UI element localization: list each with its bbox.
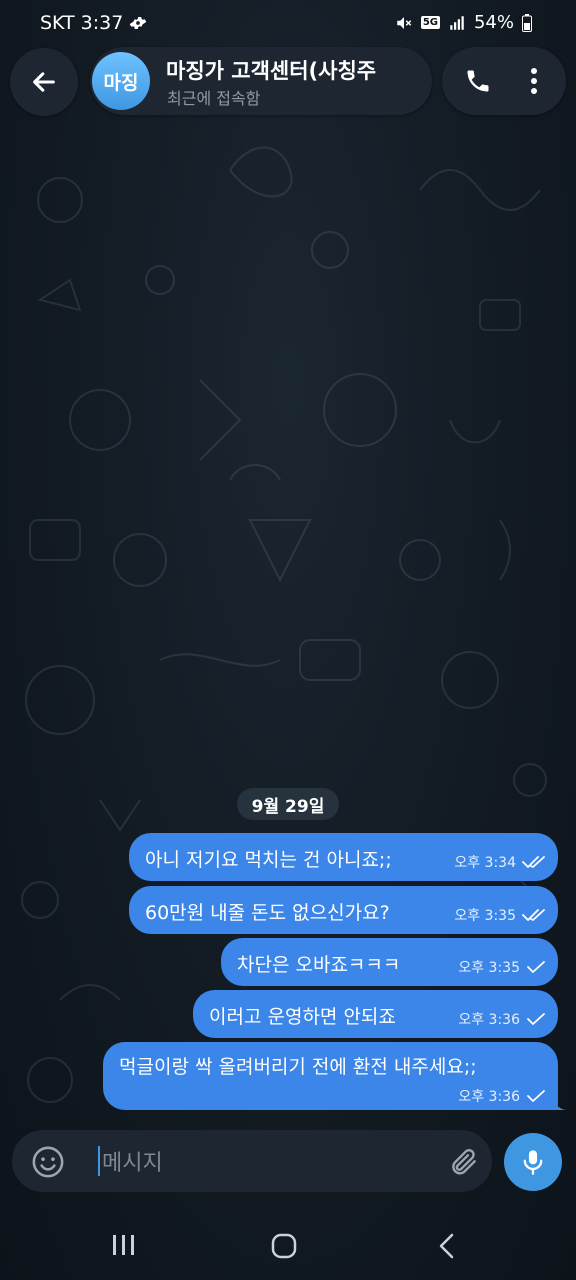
message-bubble[interactable]: 먹글이랑 싹 올려버리기 전에 환전 내주세요;; 오후 3:36 xyxy=(103,1042,558,1110)
message-composer: 메시지 xyxy=(12,1130,492,1192)
message-text: 먹글이랑 싹 올려버리기 전에 환전 내주세요;; xyxy=(119,1056,477,1078)
chat-header[interactable]: 마징 마징가 고객센터(사칭주 최근에 접속함 xyxy=(90,47,432,115)
network-badge: 5G xyxy=(420,16,440,29)
emoji-button[interactable] xyxy=(28,1142,68,1182)
check-icon xyxy=(527,1090,545,1102)
back-button[interactable] xyxy=(10,48,78,116)
header-actions xyxy=(442,47,566,115)
message-meta: 오후 3:36 xyxy=(458,1086,546,1106)
message-time: 오후 3:35 xyxy=(458,960,520,976)
gear-icon xyxy=(130,17,147,29)
status-right: 5G 54% xyxy=(395,12,532,33)
bubble-tail xyxy=(552,1094,566,1110)
microphone-icon xyxy=(523,1150,543,1175)
message-meta: 오후 3:35 xyxy=(458,957,546,977)
battery-level: 54% xyxy=(473,12,514,33)
nav-back-icon[interactable] xyxy=(436,1232,458,1260)
double-check-icon xyxy=(522,909,545,921)
message-time: 오후 3:36 xyxy=(458,1089,520,1105)
last-seen-status: 최근에 접속함 xyxy=(167,89,261,108)
signal-icon xyxy=(450,15,464,30)
message-bubble[interactable]: 아니 저기요 먹치는 건 아니죠;; 오후 3:34 xyxy=(129,833,558,881)
carrier-label: SKT xyxy=(40,12,75,34)
message-text: 60만원 내줄 돈도 없으신가요? xyxy=(145,902,390,924)
message-input[interactable]: 메시지 xyxy=(98,1144,163,1178)
phone-icon xyxy=(467,70,489,92)
check-icon xyxy=(527,961,545,973)
avatar[interactable]: 마징 xyxy=(92,52,150,110)
message-meta: 오후 3:35 xyxy=(454,905,546,925)
system-navigation-bar xyxy=(0,1212,576,1280)
message-bubble[interactable]: 60만원 내줄 돈도 없으신가요? 오후 3:35 xyxy=(129,886,558,934)
message-bubble[interactable]: 차단은 오바죠ㅋㅋㅋ 오후 3:35 xyxy=(221,938,558,986)
attach-button[interactable] xyxy=(444,1142,484,1182)
status-bar: SKT 3:37 5G 54% xyxy=(0,0,576,48)
back-arrow-icon xyxy=(33,72,55,92)
message-text: 이러고 운영하면 안되죠 xyxy=(209,1006,396,1028)
check-icon xyxy=(527,1013,545,1025)
message-meta: 오후 3:36 xyxy=(458,1009,546,1029)
message-meta: 오후 3:34 xyxy=(454,852,546,872)
status-left: SKT 3:37 xyxy=(40,12,147,34)
more-vertical-icon xyxy=(531,68,537,94)
mute-icon xyxy=(397,16,412,29)
call-button[interactable] xyxy=(456,59,500,103)
date-separator: 9월 29일 xyxy=(237,788,339,820)
message-time: 오후 3:36 xyxy=(458,1012,520,1028)
paperclip-icon xyxy=(452,1149,476,1175)
chat-title: 마징가 고객센터(사칭주 xyxy=(166,59,377,83)
message-placeholder: 메시지 xyxy=(102,1151,163,1176)
more-menu-button[interactable] xyxy=(512,59,556,103)
voice-record-button[interactable] xyxy=(504,1133,562,1191)
smiley-icon xyxy=(32,1146,64,1178)
message-time: 오후 3:34 xyxy=(454,855,516,871)
clock: 3:37 xyxy=(80,12,124,34)
double-check-icon xyxy=(522,856,545,868)
message-text: 아니 저기요 먹치는 건 아니죠;; xyxy=(145,849,392,871)
message-time: 오후 3:35 xyxy=(454,908,516,924)
text-caret xyxy=(98,1146,100,1176)
recent-apps-icon[interactable] xyxy=(110,1232,138,1258)
battery-icon xyxy=(522,13,532,32)
message-text: 차단은 오바죠ㅋㅋㅋ xyxy=(237,954,401,976)
message-bubble[interactable]: 이러고 운영하면 안되죠 오후 3:36 xyxy=(193,990,558,1038)
home-icon[interactable] xyxy=(270,1232,298,1260)
